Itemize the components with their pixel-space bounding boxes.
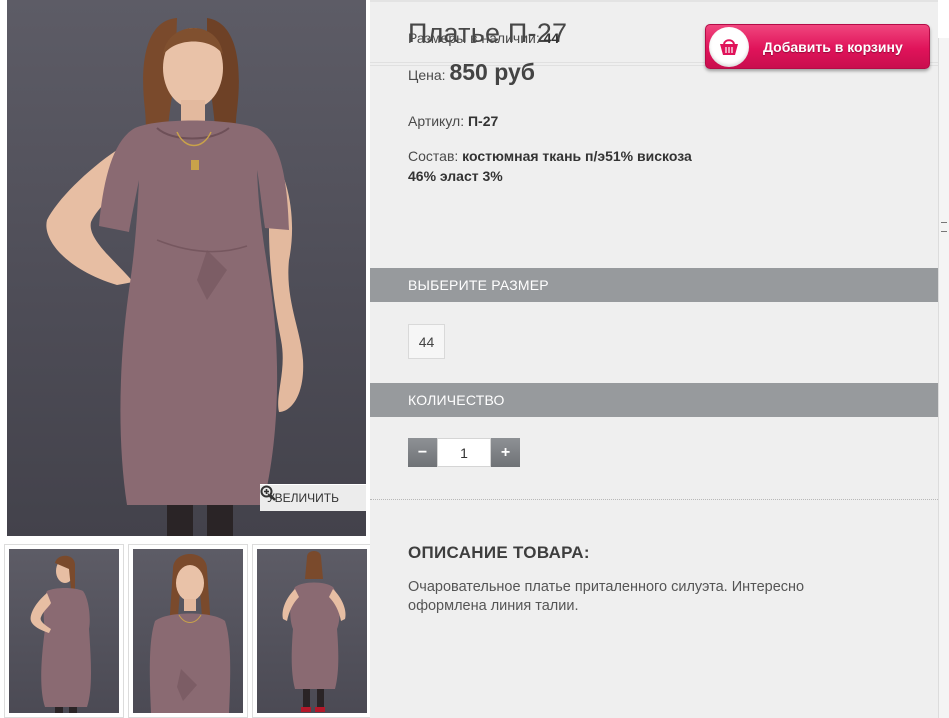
- composition: Состав: костюмная ткань п/э51% вискоза 4…: [408, 146, 708, 186]
- sizes-label: Размеры в наличии:: [408, 30, 540, 46]
- price-value: 850 руб: [449, 59, 535, 85]
- add-to-cart-label: Добавить в корзину: [763, 38, 903, 55]
- magnifier-plus-icon: [260, 485, 276, 501]
- decrease-quantity-button[interactable]: −: [408, 438, 437, 467]
- dress-model-illustration: [46, 18, 304, 536]
- price: Цена: 850 руб: [408, 59, 535, 85]
- size-section-heading: ВЫБЕРИТЕ РАЗМЕР: [370, 268, 938, 302]
- scrollbar[interactable]: [938, 38, 949, 718]
- section-divider: [370, 499, 938, 500]
- quantity-input[interactable]: [437, 438, 491, 467]
- sku-label: Артикул:: [408, 113, 465, 129]
- thumbnail-strip: [4, 544, 372, 718]
- basket-icon: [709, 26, 749, 67]
- description-text: Очаровательное платье приталенного силуэ…: [408, 579, 805, 614]
- quantity-stepper: − +: [408, 438, 520, 467]
- main-product-photo[interactable]: УВЕЛИЧИТЬ: [7, 0, 366, 536]
- thumbnail-image: [9, 549, 119, 713]
- thumbnail-front[interactable]: [4, 544, 124, 718]
- scrollbar-grip-icon[interactable]: [941, 222, 947, 232]
- price-label: Цена:: [408, 67, 446, 83]
- description-heading: ОПИСАНИЕ ТОВАРА:: [408, 543, 590, 562]
- sku: Артикул: П-27: [408, 111, 498, 131]
- available-sizes: Размеры в наличии: 44: [408, 28, 559, 48]
- thumbnail-closeup[interactable]: [128, 544, 248, 718]
- increase-quantity-button[interactable]: +: [491, 438, 520, 467]
- zoom-label: УВЕЛИЧИТЬ: [267, 491, 339, 505]
- thumbnail-back[interactable]: [252, 544, 372, 718]
- zoom-button[interactable]: УВЕЛИЧИТЬ: [260, 484, 366, 511]
- thumbnail-image: [257, 549, 367, 713]
- thumbnail-image: [133, 549, 243, 713]
- sku-value: П-27: [467, 113, 499, 129]
- add-to-cart-button[interactable]: Добавить в корзину: [705, 24, 930, 69]
- composition-label: Состав:: [408, 148, 459, 164]
- sizes-value: 44: [543, 30, 560, 46]
- size-option-44[interactable]: 44: [408, 324, 445, 359]
- quantity-section-heading: КОЛИЧЕСТВО: [370, 383, 938, 417]
- product-details-panel: Платье П-27 Размеры в наличии: 44 Цена: …: [370, 0, 938, 718]
